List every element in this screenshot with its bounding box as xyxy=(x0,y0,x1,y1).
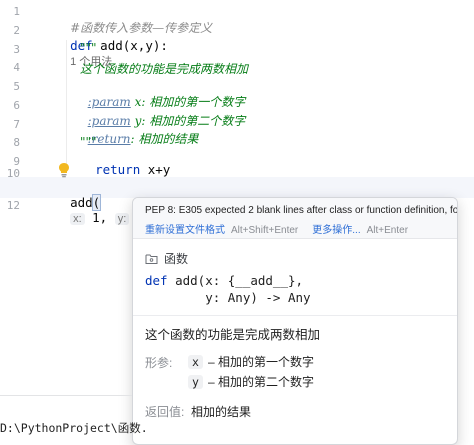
returns-label: 返回值: xyxy=(145,405,185,419)
function-signature: add(x,y): xyxy=(92,38,168,53)
inspection-message: PEP 8: E305 expected 2 blank lines after… xyxy=(145,205,458,216)
more-actions-link[interactable]: 更多操作... xyxy=(312,225,360,236)
panel-divider xyxy=(0,395,132,396)
source-file-row: 函数 xyxy=(145,250,188,267)
code-line-4[interactable]: 这个函数的功能是完成两数相加 xyxy=(80,60,248,77)
open-paren-highlight: ( xyxy=(91,194,102,211)
line-number: 5 xyxy=(13,80,20,93)
quick-documentation-popup[interactable]: PEP 8: E305 expected 2 blank lines after… xyxy=(132,197,458,445)
param-name: y xyxy=(188,374,203,389)
return-expression: x+y xyxy=(140,162,171,177)
param-row: x – 相加的第一个数字 xyxy=(188,353,314,370)
line-number: 2 xyxy=(13,24,20,37)
returns-value: 相加的结果 xyxy=(191,405,252,419)
line-number: 4 xyxy=(13,61,20,74)
shortcut-hint: Alt+Shift+Enter xyxy=(231,225,299,236)
line-number: 6 xyxy=(13,99,20,112)
inlay-hint-x[interactable]: x: xyxy=(70,213,85,225)
inspection-header: PEP 8: E305 expected 2 blank lines after… xyxy=(133,198,457,239)
folder-icon xyxy=(145,254,158,264)
params-label: 形参: xyxy=(145,356,173,370)
line-number: 1 xyxy=(13,5,20,18)
keyword-def: def xyxy=(145,273,168,288)
inlay-hint-y[interactable]: y: xyxy=(114,213,130,225)
line-number: 12 xyxy=(6,199,20,212)
param-name: x xyxy=(188,354,203,369)
keyword-return: return xyxy=(95,162,141,177)
run-output-path: D:\PythonProject\函数. xyxy=(0,421,148,435)
line-number: 8 xyxy=(13,136,20,149)
doc-text: : 相加的结果 xyxy=(130,132,199,146)
doc-description: 这个函数的功能是完成两数相加 xyxy=(145,328,321,342)
function-signature-doc: def add(x: {__add__}, y: Any) -> Any xyxy=(145,272,311,306)
code-line-7[interactable]: :return: 相加的结果 xyxy=(80,116,199,147)
shortcut-hint: Alt+Enter xyxy=(366,225,409,236)
code-line-9[interactable]: return x+y xyxy=(80,147,170,177)
source-file-name: 函数 xyxy=(164,252,189,266)
divider xyxy=(133,315,457,316)
signature-line-1: add(x: {__add__}, xyxy=(167,273,304,288)
function-call: add xyxy=(70,195,93,210)
signature-line-2: y: Any) -> Any xyxy=(145,290,311,305)
line-number: 3 xyxy=(13,43,20,56)
quick-fix-actions: 重新设置文件格式 Alt+Shift+Enter 更多操作... Alt+Enter xyxy=(145,221,408,236)
param-desc: – 相加的第一个数字 xyxy=(207,355,314,369)
reformat-file-link[interactable]: 重新设置文件格式 xyxy=(145,225,225,236)
param-row: y – 相加的第二个数字 xyxy=(188,373,314,390)
code-line-3[interactable]: """ xyxy=(80,41,97,55)
line-number: 7 xyxy=(13,118,20,131)
param-desc: – 相加的第二个数字 xyxy=(207,375,314,389)
lightbulb-icon[interactable] xyxy=(58,162,70,178)
argument-1: 1, xyxy=(84,210,115,225)
